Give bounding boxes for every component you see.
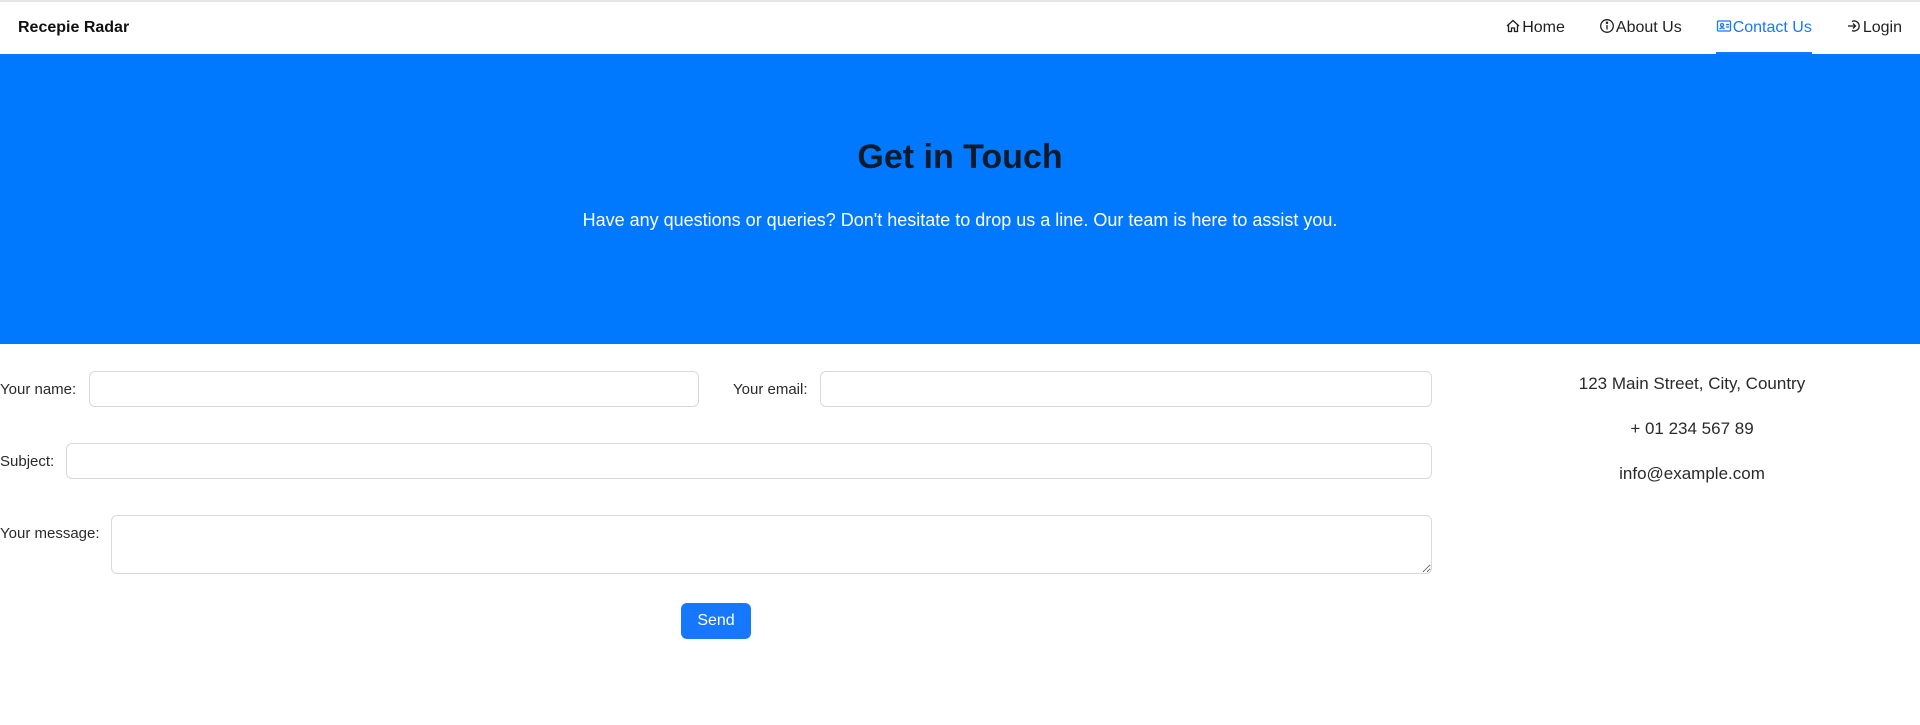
nav-item-contact-us[interactable]: Contact Us <box>1715 2 1812 54</box>
nav-label-home: Home <box>1522 19 1565 36</box>
info-icon <box>1599 18 1616 39</box>
nav-item-home[interactable]: Home <box>1505 2 1565 54</box>
message-textarea[interactable] <box>111 515 1432 574</box>
nav-item-login[interactable]: Login <box>1846 2 1902 54</box>
nav-label-contact-us: Contact Us <box>1732 19 1812 36</box>
hero-banner: Get in Touch Have any questions or queri… <box>0 54 1920 344</box>
name-input[interactable] <box>89 371 699 407</box>
navbar: Recepie Radar Home About Us Contact Us L… <box>0 2 1920 55</box>
home-icon <box>1505 18 1522 39</box>
message-label: Your message: <box>0 525 100 542</box>
contact-email: info@example.com <box>1619 464 1765 483</box>
contact-address: 123 Main Street, City, Country <box>1578 374 1806 393</box>
hero-subtitle: Have any questions or queries? Don't hes… <box>582 210 1338 230</box>
name-label: Your name: <box>0 381 77 398</box>
hero-title: Get in Touch <box>857 138 1063 176</box>
email-label: Your email: <box>733 381 808 398</box>
nav-item-about-us[interactable]: About Us <box>1599 2 1682 54</box>
subject-input[interactable] <box>66 443 1432 479</box>
contact-phone: + 01 234 567 89 <box>1630 419 1754 438</box>
main-nav: Home About Us Contact Us Login <box>1471 2 1902 54</box>
send-button[interactable]: Send <box>681 603 751 639</box>
subject-label: Subject: <box>0 453 55 470</box>
contact-card-icon <box>1716 18 1733 39</box>
login-icon <box>1846 18 1863 39</box>
brand-logo-text[interactable]: Recepie Radar <box>18 19 129 37</box>
email-input[interactable] <box>820 371 1432 407</box>
nav-label-about-us: About Us <box>1615 19 1682 36</box>
nav-label-login: Login <box>1862 19 1902 36</box>
